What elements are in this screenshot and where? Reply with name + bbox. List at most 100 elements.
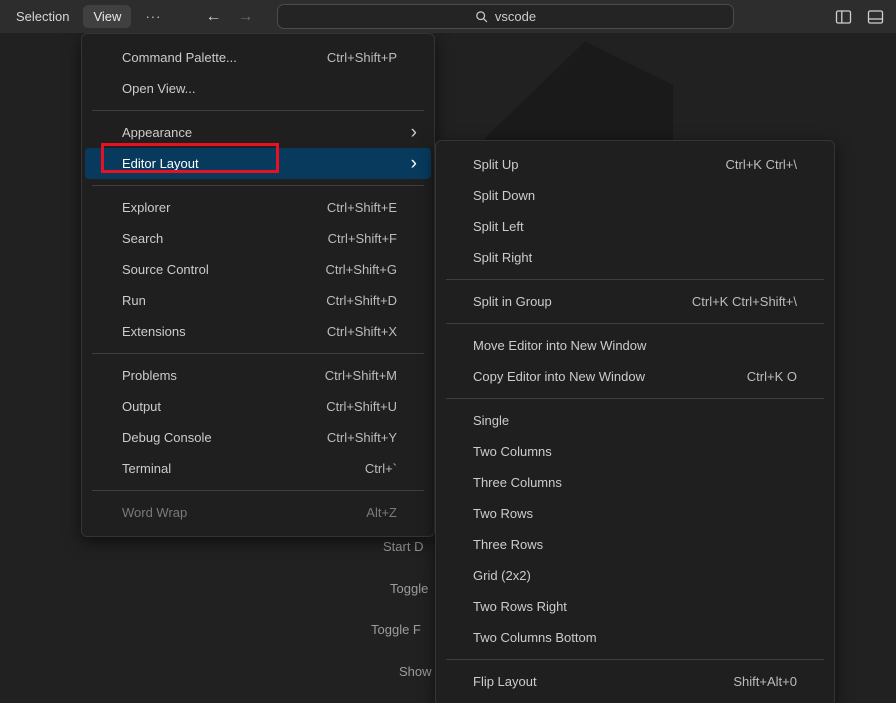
titlebar: Selection View ··· ← → vscode <box>0 0 896 33</box>
background-label-start-debugging: Start D <box>383 539 423 554</box>
menu-item-two-rows-right[interactable]: Two Rows Right <box>439 591 831 622</box>
menu-item-label: Grid (2x2) <box>473 568 531 583</box>
menu-item-shortcut: Ctrl+Shift+E <box>327 200 419 215</box>
menu-item-split-down[interactable]: Split Down <box>439 180 831 211</box>
menu-item-label: Word Wrap <box>122 505 187 520</box>
menu-item-label: Split Down <box>473 188 535 203</box>
view-menu-dropdown: Command Palette...Ctrl+Shift+P Open View.… <box>81 33 435 537</box>
search-value: vscode <box>495 9 536 24</box>
command-center-search[interactable]: vscode <box>277 4 734 29</box>
background-label-toggle-full-screen: Toggle F <box>371 622 421 637</box>
submenu-chevron-icon: › <box>411 155 419 172</box>
menu-item-label: Split in Group <box>473 294 552 309</box>
menu-item-open-view[interactable]: Open View... <box>85 73 431 104</box>
menu-item-label: Copy Editor into New Window <box>473 369 645 384</box>
menu-item-grid-2x2[interactable]: Grid (2x2) <box>439 560 831 591</box>
menu-item-shortcut: Ctrl+` <box>365 461 419 476</box>
menu-separator <box>92 185 424 186</box>
menu-separator <box>446 279 824 280</box>
menu-item-debug-console[interactable]: Debug Console Ctrl+Shift+Y <box>85 422 431 453</box>
menu-separator <box>446 398 824 399</box>
menu-item-shortcut: Ctrl+K O <box>747 369 819 384</box>
menu-item-label: Run <box>122 293 146 308</box>
menu-item-label: Open View... <box>122 81 195 96</box>
nav-back-icon[interactable]: ← <box>205 9 221 25</box>
menu-item-two-columns[interactable]: Two Columns <box>439 436 831 467</box>
menu-item-problems[interactable]: Problems Ctrl+Shift+M <box>85 360 431 391</box>
menu-item-move-editor-into-new-window[interactable]: Move Editor into New Window <box>439 330 831 361</box>
menu-item-label: Source Control <box>122 262 209 277</box>
menu-item-shortcut: Ctrl+Shift+D <box>326 293 419 308</box>
menu-item-three-columns[interactable]: Three Columns <box>439 467 831 498</box>
menu-item-label: Single <box>473 413 509 428</box>
background-label-toggle-terminal: Toggle <box>390 581 428 596</box>
menu-item-command-palette[interactable]: Command Palette...Ctrl+Shift+P <box>85 42 431 73</box>
menu-item-shortcut: Ctrl+Shift+P <box>327 50 419 65</box>
menu-item-shortcut: Alt+Z <box>366 505 419 520</box>
menu-item-label: Two Columns Bottom <box>473 630 597 645</box>
menu-item-label: Move Editor into New Window <box>473 338 646 353</box>
menu-item-shortcut: Ctrl+K Ctrl+\ <box>725 157 819 172</box>
menu-item-output[interactable]: Output Ctrl+Shift+U <box>85 391 431 422</box>
menu-separator <box>446 659 824 660</box>
menu-item-label: Split Up <box>473 157 519 172</box>
menu-item-label: Split Left <box>473 219 524 234</box>
menu-item-label: Output <box>122 399 161 414</box>
menu-item-split-left[interactable]: Split Left <box>439 211 831 242</box>
menu-separator <box>92 353 424 354</box>
menubar-overflow-button[interactable]: ··· <box>139 5 167 28</box>
menu-item-search[interactable]: Search Ctrl+Shift+F <box>85 223 431 254</box>
nav-forward-icon: → <box>237 9 253 25</box>
menu-item-shortcut: Ctrl+Shift+M <box>325 368 419 383</box>
menu-item-two-rows[interactable]: Two Rows <box>439 498 831 529</box>
menu-item-explorer[interactable]: Explorer Ctrl+Shift+E <box>85 192 431 223</box>
menu-item-label: Appearance <box>122 125 192 140</box>
menu-item-flip-layout[interactable]: Flip Layout Shift+Alt+0 <box>439 666 831 697</box>
menu-item-label: Terminal <box>122 461 171 476</box>
menu-item-label: Debug Console <box>122 430 212 445</box>
menu-item-three-rows[interactable]: Three Rows <box>439 529 831 560</box>
menu-item-split-up[interactable]: Split Up Ctrl+K Ctrl+\ <box>439 149 831 180</box>
menu-item-shortcut: Ctrl+Shift+X <box>327 324 419 339</box>
menu-item-label: Three Columns <box>473 475 562 490</box>
menu-separator <box>92 490 424 491</box>
menu-item-label: Problems <box>122 368 177 383</box>
menu-separator <box>446 323 824 324</box>
menu-item-label: Search <box>122 231 163 246</box>
menu-separator <box>92 110 424 111</box>
menu-item-run[interactable]: Run Ctrl+Shift+D <box>85 285 431 316</box>
menu-item-label: Three Rows <box>473 537 543 552</box>
menu-item-single[interactable]: Single <box>439 405 831 436</box>
titlebar-layout-controls <box>835 0 884 33</box>
menu-item-shortcut: Ctrl+Shift+F <box>328 231 419 246</box>
menu-item-label: Two Rows Right <box>473 599 567 614</box>
editor-layout-submenu: Split Up Ctrl+K Ctrl+\ Split Down Split Lef… <box>435 140 835 703</box>
menu-item-label: Two Rows <box>473 506 533 521</box>
menu-item-terminal[interactable]: Terminal Ctrl+` <box>85 453 431 484</box>
search-icon <box>475 10 489 24</box>
menubar-item-selection[interactable]: Selection <box>10 5 75 28</box>
menu-item-shortcut: Ctrl+Shift+G <box>325 262 419 277</box>
menu-item-shortcut: Ctrl+K Ctrl+Shift+\ <box>692 294 819 309</box>
menu-item-shortcut: Ctrl+Shift+U <box>326 399 419 414</box>
menu-item-label: Two Columns <box>473 444 552 459</box>
menu-item-source-control[interactable]: Source Control Ctrl+Shift+G <box>85 254 431 285</box>
menu-item-label: Explorer <box>122 200 170 215</box>
vscode-window: Start D Toggle Toggle F Show Selection V… <box>0 0 896 703</box>
menu-item-extensions[interactable]: ExtensionsCtrl+Shift+X <box>85 316 431 347</box>
menu-item-two-columns-bottom[interactable]: Two Columns Bottom <box>439 622 831 653</box>
annotation-red-box <box>101 143 279 173</box>
menubar-item-view[interactable]: View <box>83 5 131 28</box>
menu-item-shortcut: Ctrl+Shift+Y <box>327 430 419 445</box>
layout-panel-icon[interactable] <box>867 9 884 25</box>
layout-sidebar-icon[interactable] <box>835 9 852 25</box>
menu-item-label: Flip Layout <box>473 674 537 689</box>
menu-item-split-in-group[interactable]: Split in Group Ctrl+K Ctrl+Shift+\ <box>439 286 831 317</box>
menu-item-split-right[interactable]: Split Right <box>439 242 831 273</box>
menu-item-copy-editor-into-new-window[interactable]: Copy Editor into New Window Ctrl+K O <box>439 361 831 392</box>
menu-item-shortcut: Shift+Alt+0 <box>733 674 819 689</box>
menu-item-label: Split Right <box>473 250 532 265</box>
background-label-show: Show <box>399 664 432 679</box>
vscode-logo-watermark <box>473 34 673 140</box>
submenu-chevron-icon: › <box>411 124 419 141</box>
